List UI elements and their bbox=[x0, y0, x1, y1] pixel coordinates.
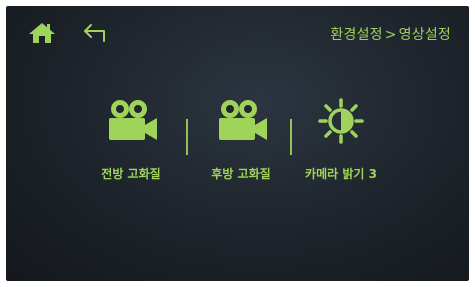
menu-item-label: 카메라 밝기 3 bbox=[305, 167, 377, 181]
video-settings-menu: 전방 고화질 후방 고화질 카메라 밝기 3 bbox=[6, 6, 469, 281]
video-camera-icon bbox=[219, 100, 267, 140]
brightness-icon bbox=[318, 98, 364, 144]
settings-screen: 환경설정 > 영상설정 전방 고화질 후방 고화질 카메라 밝기 3 bbox=[6, 6, 469, 281]
menu-item-rear-hd[interactable]: 후방 고화질 bbox=[186, 98, 296, 193]
menu-item-camera-brightness[interactable]: 카메라 밝기 3 bbox=[286, 98, 396, 193]
menu-item-front-hd[interactable]: 전방 고화질 bbox=[76, 98, 186, 193]
menu-item-label: 후방 고화질 bbox=[211, 167, 271, 181]
video-camera-icon bbox=[109, 100, 157, 140]
menu-item-label: 전방 고화질 bbox=[101, 167, 161, 181]
